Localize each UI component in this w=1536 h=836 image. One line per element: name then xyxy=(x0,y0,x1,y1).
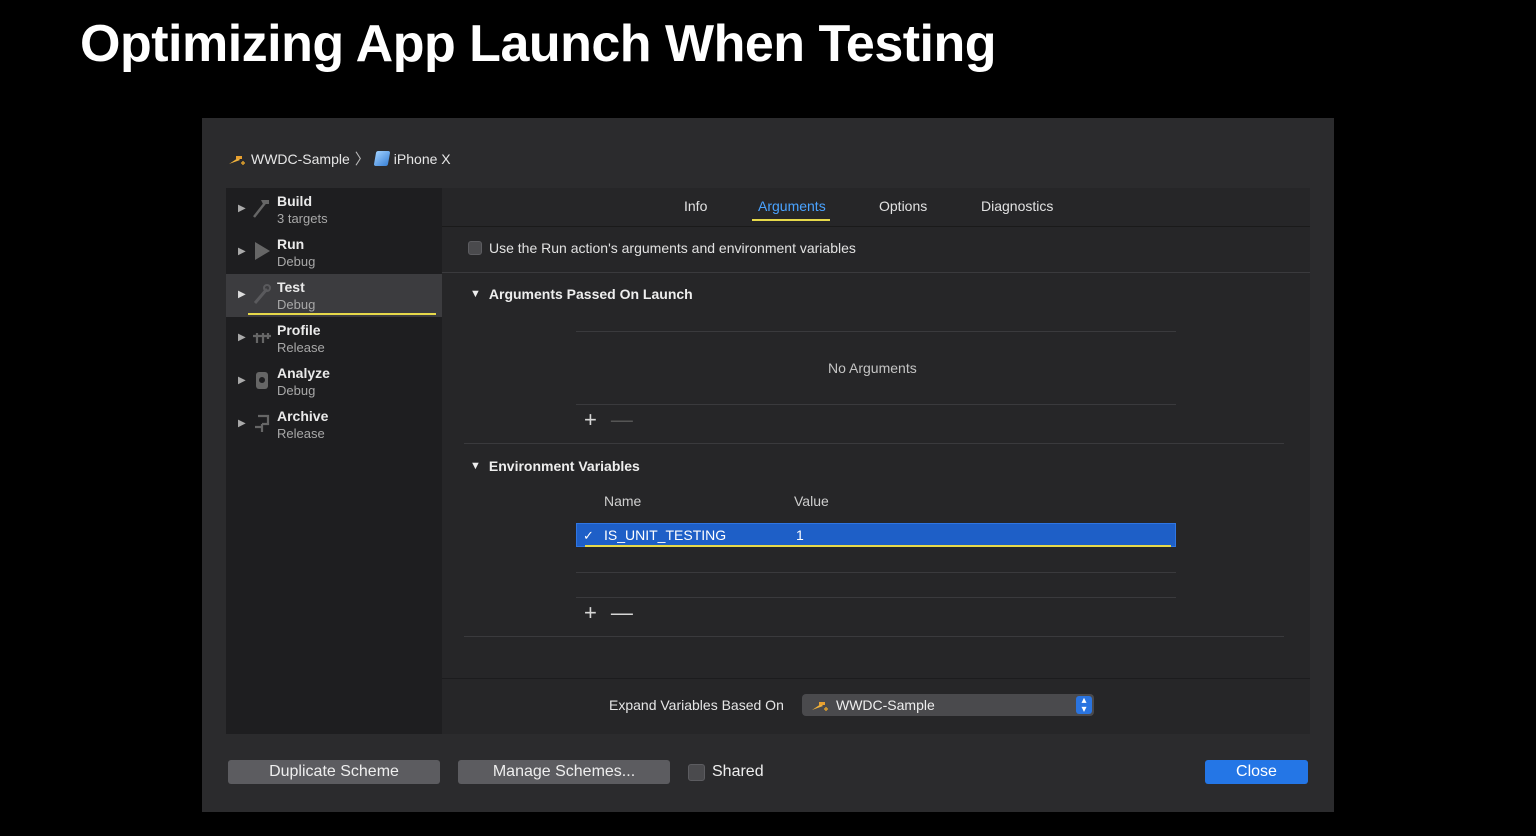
hammer-icon xyxy=(228,153,246,165)
disclosure-triangle-icon[interactable]: ▶ xyxy=(238,332,246,343)
disclosure-triangle-icon[interactable]: ▼ xyxy=(470,288,481,300)
divider xyxy=(576,404,1176,405)
sidebar-item-subtitle: 3 targets xyxy=(277,211,328,226)
divider xyxy=(576,597,1176,598)
manage-schemes-button[interactable]: Manage Schemes... xyxy=(458,760,670,784)
editor-content: ▶ Build 3 targets ▶ Run Debug ▶ Test Deb… xyxy=(226,188,1310,734)
divider xyxy=(442,272,1310,273)
disclosure-triangle-icon[interactable]: ▶ xyxy=(238,289,246,300)
archive-icon xyxy=(252,412,272,434)
variable-value[interactable]: 1 xyxy=(796,527,804,543)
disclosure-triangle-icon[interactable]: ▶ xyxy=(238,246,246,257)
sidebar-item-title: Run xyxy=(277,236,305,252)
divider xyxy=(576,572,1176,573)
sidebar-item-analyze[interactable]: ▶ Analyze Debug xyxy=(226,360,442,403)
sidebar-item-test[interactable]: ▶ Test Debug xyxy=(226,274,442,317)
variable-name[interactable]: IS_UNIT_TESTING xyxy=(604,527,726,543)
play-icon xyxy=(252,240,272,262)
checkmark-icon[interactable]: ✓ xyxy=(583,528,594,544)
sidebar-item-run[interactable]: ▶ Run Debug xyxy=(226,231,442,274)
breadcrumb-separator: 〉 xyxy=(354,151,370,168)
shared-checkbox[interactable] xyxy=(688,763,705,781)
tab-options[interactable]: Options xyxy=(879,198,927,214)
sidebar-item-title: Profile xyxy=(277,322,321,338)
tab-bar: Info Arguments Options Diagnostics xyxy=(442,188,1310,227)
hammer-icon xyxy=(252,197,272,219)
sidebar-item-title: Archive xyxy=(277,408,329,424)
add-variable-button[interactable]: + xyxy=(584,600,597,626)
disclosure-triangle-icon[interactable]: ▶ xyxy=(238,418,246,429)
remove-argument-button[interactable]: — xyxy=(611,407,633,433)
no-arguments-placeholder: No Arguments xyxy=(828,360,917,376)
use-run-action-label: Use the Run action's arguments and envir… xyxy=(489,240,856,256)
environment-add-remove: + — xyxy=(584,600,633,626)
divider xyxy=(464,443,1284,444)
environment-variable-row[interactable]: ✓ IS_UNIT_TESTING 1 xyxy=(576,523,1176,547)
wrench-icon xyxy=(252,283,272,305)
add-argument-button[interactable]: + xyxy=(584,407,597,433)
remove-variable-button[interactable]: — xyxy=(611,600,633,626)
arguments-section-header[interactable]: ▼ Arguments Passed On Launch xyxy=(470,286,693,302)
slide-title: Optimizing App Launch When Testing xyxy=(80,15,997,73)
expand-variables-label: Expand Variables Based On xyxy=(609,697,784,713)
tab-info[interactable]: Info xyxy=(684,198,707,214)
sidebar-item-build[interactable]: ▶ Build 3 targets xyxy=(226,188,442,231)
chevron-up-down-icon[interactable]: ▴ ▾ xyxy=(1076,696,1092,715)
disclosure-triangle-icon[interactable]: ▶ xyxy=(238,375,246,386)
sidebar-item-title: Test xyxy=(277,279,305,295)
use-run-action-checkbox[interactable] xyxy=(468,241,482,255)
column-header-value[interactable]: Value xyxy=(794,493,829,509)
sidebar-item-subtitle: Debug xyxy=(277,254,316,269)
arguments-section-title: Arguments Passed On Launch xyxy=(488,286,693,302)
expand-variables-value: WWDC-Sample xyxy=(836,697,935,713)
hammer-icon xyxy=(811,699,829,715)
sidebar-item-archive[interactable]: ▶ Archive Release xyxy=(226,403,442,446)
scheme-editor-dialog: WWDC-Sample 〉 iPhone X ▶ Build 3 targets… xyxy=(202,118,1334,812)
divider xyxy=(464,636,1284,637)
shared-option[interactable]: Shared xyxy=(688,763,764,781)
scheme-action-sidebar: ▶ Build 3 targets ▶ Run Debug ▶ Test Deb… xyxy=(226,188,442,734)
arguments-add-remove: + — xyxy=(584,407,633,433)
shared-label: Shared xyxy=(712,763,764,780)
column-header-name[interactable]: Name xyxy=(604,493,641,509)
close-button[interactable]: Close xyxy=(1205,760,1308,784)
disclosure-triangle-icon[interactable]: ▶ xyxy=(238,203,246,214)
use-run-action-option[interactable]: Use the Run action's arguments and envir… xyxy=(468,240,856,256)
sidebar-item-subtitle: Release xyxy=(277,426,325,441)
environment-section-header[interactable]: ▼ Environment Variables xyxy=(470,458,640,474)
divider xyxy=(576,331,1176,332)
sidebar-item-title: Build xyxy=(277,193,312,209)
divider xyxy=(442,678,1310,679)
tab-arguments[interactable]: Arguments xyxy=(752,198,830,221)
sidebar-item-profile[interactable]: ▶ Profile Release xyxy=(226,317,442,360)
sidebar-item-subtitle: Debug xyxy=(277,297,316,312)
sidebar-item-title: Analyze xyxy=(277,365,330,381)
test-action-panel: Info Arguments Options Diagnostics Use t… xyxy=(442,188,1310,734)
gauge-icon xyxy=(252,326,272,348)
breadcrumb-device[interactable]: iPhone X xyxy=(394,151,451,167)
environment-section-title: Environment Variables xyxy=(488,458,640,474)
tab-diagnostics[interactable]: Diagnostics xyxy=(981,198,1053,214)
sidebar-item-subtitle: Release xyxy=(277,340,325,355)
expand-variables-popup[interactable]: WWDC-Sample ▴ ▾ xyxy=(802,694,1094,716)
breadcrumb-scheme[interactable]: WWDC-Sample xyxy=(251,151,350,167)
sidebar-item-subtitle: Debug xyxy=(277,383,316,398)
analyze-icon xyxy=(252,369,272,391)
duplicate-scheme-button[interactable]: Duplicate Scheme xyxy=(228,760,440,784)
device-icon xyxy=(373,151,391,166)
disclosure-triangle-icon[interactable]: ▼ xyxy=(470,460,481,472)
breadcrumb[interactable]: WWDC-Sample 〉 iPhone X xyxy=(228,148,451,169)
